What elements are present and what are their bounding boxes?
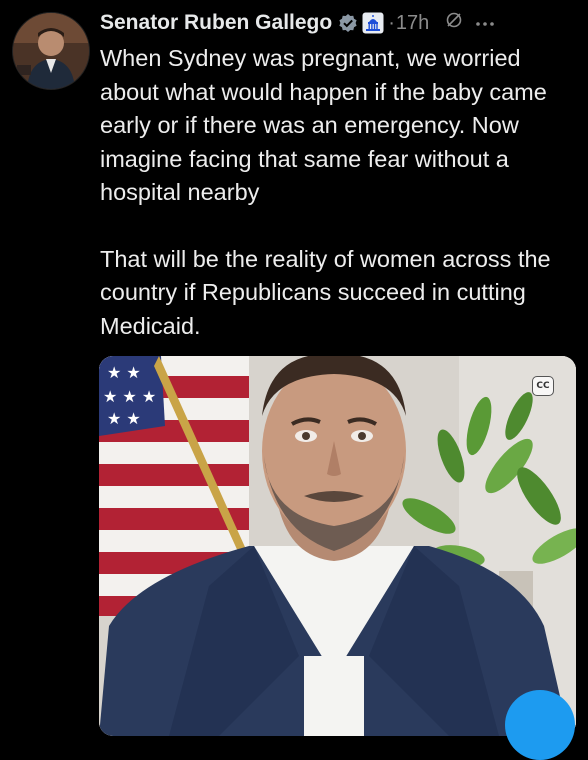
author-name[interactable]: Senator Ruben Gallego bbox=[100, 11, 332, 35]
capitol-building-icon bbox=[362, 12, 384, 34]
avatar-image bbox=[13, 13, 89, 89]
svg-text:★ ★: ★ ★ bbox=[107, 409, 141, 428]
post-header: Senator Ruben Gallego · 17h bbox=[100, 6, 580, 40]
grok-icon[interactable] bbox=[445, 11, 463, 35]
post-paragraph: That will be the reality of women across… bbox=[100, 245, 551, 339]
post-timestamp[interactable]: 17h bbox=[396, 12, 429, 35]
more-options-icon[interactable] bbox=[475, 14, 495, 32]
post-text: When Sydney was pregnant, we worried abo… bbox=[100, 42, 580, 343]
post-paragraph: When Sydney was pregnant, we worried abo… bbox=[100, 45, 547, 205]
author-avatar[interactable] bbox=[12, 12, 90, 90]
post-video[interactable]: ★ ★ ★ ★ ★ ★ ★ CC bbox=[99, 356, 576, 736]
video-frame: ★ ★ ★ ★ ★ ★ ★ bbox=[99, 356, 576, 736]
compose-button[interactable] bbox=[505, 690, 575, 760]
svg-text:★ ★ ★: ★ ★ ★ bbox=[103, 387, 156, 406]
verified-checkmark-icon bbox=[338, 13, 358, 33]
closed-captions-button[interactable]: CC bbox=[532, 376, 554, 396]
header-separator: · bbox=[388, 11, 395, 34]
svg-text:★ ★: ★ ★ bbox=[107, 363, 141, 382]
